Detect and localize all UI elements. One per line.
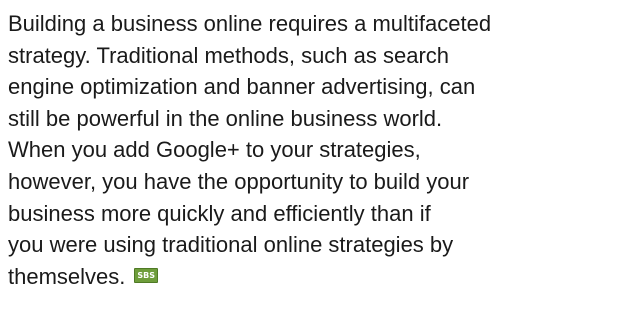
paragraph-line-5: When you add Google+ to your strategies, bbox=[8, 137, 421, 163]
paragraph-line-4: still be powerful in the online business… bbox=[8, 105, 443, 131]
body-paragraph: Building a business online requires a mu… bbox=[8, 8, 640, 292]
paragraph-line-3: engine optimization and banner advertisi… bbox=[8, 74, 476, 100]
end-of-article-icon: SBS bbox=[134, 268, 159, 284]
paragraph-line-2: strategy. Traditional methods, such as s… bbox=[8, 42, 450, 68]
paragraph-line-6: however, you have the opportunity to bui… bbox=[8, 168, 470, 194]
paragraph-line-7: business more quickly and efficiently th… bbox=[8, 200, 431, 226]
paragraph-line-8: you were using traditional online strate… bbox=[8, 232, 454, 258]
paragraph-line-9: themselves. SBS bbox=[8, 261, 640, 293]
document-page: Building a business online requires a mu… bbox=[8, 8, 640, 292]
paragraph-line-1: Building a business online requires a mu… bbox=[8, 11, 492, 36]
paragraph-line-9-text: themselves. bbox=[8, 263, 126, 289]
